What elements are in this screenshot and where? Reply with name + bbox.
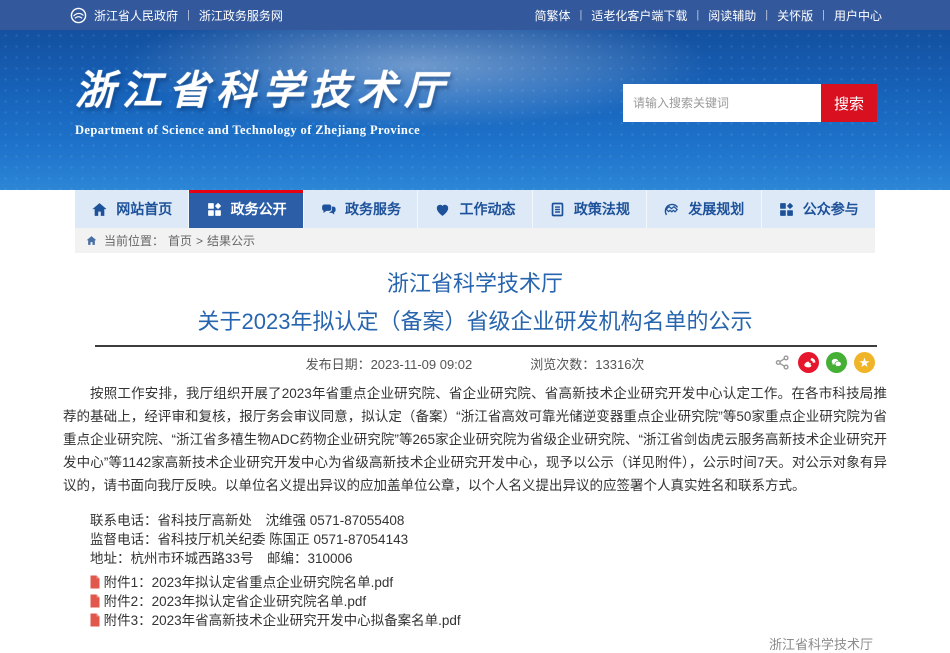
breadcrumb-row: 当前位置： 首页 > 结果公示 bbox=[0, 228, 950, 253]
link-elderly-client-download[interactable]: 适老化客户端下载 bbox=[591, 7, 687, 24]
site-logo: 浙江省科学技术厅 Department of Science and Techn… bbox=[75, 68, 451, 138]
supervision-phone-line: 监督电话：省科技厅机关纪委 陈国正 0571-87054143 bbox=[63, 530, 887, 549]
government-logo-icon bbox=[70, 7, 87, 24]
qzone-share-icon[interactable]: ★ bbox=[854, 352, 875, 373]
link-care-version[interactable]: 关怀版 bbox=[777, 7, 813, 24]
link-provincial-government[interactable]: 浙江省人民政府 bbox=[94, 7, 178, 24]
link-gov-service-net[interactable]: 浙江政务服务网 bbox=[199, 7, 283, 24]
topbar-right-links: 简繁体 | 适老化客户端下载 | 阅读辅助 | 关怀版 | 用户中心 bbox=[534, 7, 882, 24]
attachments-list: 附件1：2023年拟认定省重点企业研究院名单.pdf 附件2：2023年拟认定省… bbox=[63, 573, 887, 630]
chat-bubbles-icon bbox=[320, 201, 337, 218]
star-icon: ★ bbox=[859, 356, 871, 369]
breadcrumb-link-home[interactable]: 首页 bbox=[168, 232, 192, 249]
nav-item-work-updates[interactable]: 工作动态 bbox=[418, 190, 532, 228]
divider: | bbox=[822, 9, 825, 21]
nav-item-label: 政务公开 bbox=[231, 199, 287, 219]
top-utility-bar: 浙江省人民政府 | 浙江政务服务网 简繁体 | 适老化客户端下载 | 阅读辅助 … bbox=[0, 0, 950, 30]
handshake-icon bbox=[663, 201, 680, 218]
nav-item-label: 工作动态 bbox=[459, 199, 515, 219]
divider: | bbox=[580, 9, 583, 21]
topbar-left-links: 浙江省人民政府 | 浙江政务服务网 bbox=[70, 7, 283, 24]
attachment-link[interactable]: 附件1：2023年拟认定省重点企业研究院名单.pdf bbox=[104, 573, 394, 592]
weibo-share-icon[interactable] bbox=[798, 352, 819, 373]
pdf-icon bbox=[89, 594, 101, 608]
nav-item-government-affairs-disclosure[interactable]: 政务公开 bbox=[189, 190, 303, 228]
breadcrumb-current-page[interactable]: 结果公示 bbox=[207, 232, 255, 249]
contact-phone-line: 联系电话：省科技厅高新处 沈维强 0571-87055408 bbox=[63, 511, 887, 530]
participation-icon bbox=[778, 201, 795, 218]
share-group: ★ bbox=[774, 352, 875, 373]
article: 浙江省科学技术厅 关于2023年拟认定（备案）省级企业研发机构名单的公示 发布日… bbox=[63, 269, 887, 653]
home-icon bbox=[91, 201, 108, 218]
search-button[interactable]: 搜索 bbox=[821, 84, 877, 122]
site-banner: 浙江省科学技术厅 Department of Science and Techn… bbox=[0, 30, 950, 190]
breadcrumb: 当前位置： 首页 > 结果公示 bbox=[75, 228, 875, 253]
article-meta-row: 发布日期：2023-11-09 09:02 浏览次数：13316次 bbox=[63, 347, 887, 379]
article-signature: 浙江省科学技术厅 bbox=[63, 634, 887, 653]
heart-icon bbox=[434, 201, 451, 218]
divider: | bbox=[696, 9, 699, 21]
open-government-icon bbox=[206, 201, 223, 218]
site-subtitle-english: Department of Science and Technology of … bbox=[75, 123, 451, 138]
site-title: 浙江省科学技术厅 bbox=[75, 68, 451, 114]
nav-item-government-services[interactable]: 政务服务 bbox=[304, 190, 418, 228]
article-paragraph: 按照工作安排，我厅组织开展了2023年省重点企业研究院、省企业研究院、省高新技术… bbox=[63, 382, 887, 497]
wechat-share-icon[interactable] bbox=[826, 352, 847, 373]
view-count-value: 13316次 bbox=[595, 357, 644, 372]
attachment-link[interactable]: 附件2：2023年拟认定省企业研究院名单.pdf bbox=[104, 592, 367, 611]
attachment-row-3[interactable]: 附件3：2023年省高新技术企业研究开发中心拟备案名单.pdf bbox=[63, 611, 887, 630]
nav-item-label: 政策法规 bbox=[574, 199, 630, 219]
view-count: 浏览次数：13316次 bbox=[530, 354, 644, 373]
nav-item-home[interactable]: 网站首页 bbox=[75, 190, 189, 228]
pdf-icon bbox=[89, 575, 101, 589]
breadcrumb-separator: > bbox=[196, 234, 203, 248]
breadcrumb-prefix: 当前位置： bbox=[104, 232, 164, 249]
main-nav-row: 网站首页 政务公开 政务服务 工作动态 bbox=[0, 190, 950, 228]
document-icon bbox=[549, 201, 566, 218]
nav-item-public-participation[interactable]: 公众参与 bbox=[762, 190, 875, 228]
nav-item-label: 公众参与 bbox=[803, 199, 859, 219]
view-count-label: 浏览次数： bbox=[530, 357, 595, 372]
contact-block: 联系电话：省科技厅高新处 沈维强 0571-87055408 监督电话：省科技厅… bbox=[63, 511, 887, 568]
publish-date-label: 发布日期： bbox=[306, 357, 371, 372]
publish-date-value: 2023-11-09 09:02 bbox=[371, 357, 473, 372]
attachment-link[interactable]: 附件3：2023年省高新技术企业研究开发中心拟备案名单.pdf bbox=[104, 611, 461, 630]
attachment-row-1[interactable]: 附件1：2023年拟认定省重点企业研究院名单.pdf bbox=[63, 573, 887, 592]
link-simplified-traditional[interactable]: 简繁体 bbox=[534, 7, 570, 24]
nav-item-policies-regulations[interactable]: 政策法规 bbox=[533, 190, 647, 228]
address-line: 地址：杭州市环城西路33号 邮编：310006 bbox=[63, 549, 887, 568]
share-icon[interactable] bbox=[774, 354, 791, 371]
divider: | bbox=[765, 9, 768, 21]
nav-item-development-planning[interactable]: 发展规划 bbox=[647, 190, 761, 228]
site-search: 搜索 bbox=[623, 84, 877, 122]
article-subtitle: 关于2023年拟认定（备案）省级企业研发机构名单的公示 bbox=[63, 307, 887, 337]
breadcrumb-home-icon bbox=[85, 234, 98, 247]
attachment-row-2[interactable]: 附件2：2023年拟认定省企业研究院名单.pdf bbox=[63, 592, 887, 611]
search-input[interactable] bbox=[623, 84, 821, 122]
article-agency-title: 浙江省科学技术厅 bbox=[63, 269, 887, 299]
pdf-icon bbox=[89, 613, 101, 627]
link-user-center[interactable]: 用户中心 bbox=[834, 7, 882, 24]
main-nav: 网站首页 政务公开 政务服务 工作动态 bbox=[75, 190, 875, 228]
nav-item-label: 政务服务 bbox=[345, 199, 401, 219]
divider: | bbox=[187, 9, 190, 21]
nav-item-label: 发展规划 bbox=[688, 199, 744, 219]
nav-item-label: 网站首页 bbox=[116, 199, 172, 219]
link-reading-assist[interactable]: 阅读辅助 bbox=[708, 7, 756, 24]
publish-date: 发布日期：2023-11-09 09:02 bbox=[306, 354, 473, 373]
